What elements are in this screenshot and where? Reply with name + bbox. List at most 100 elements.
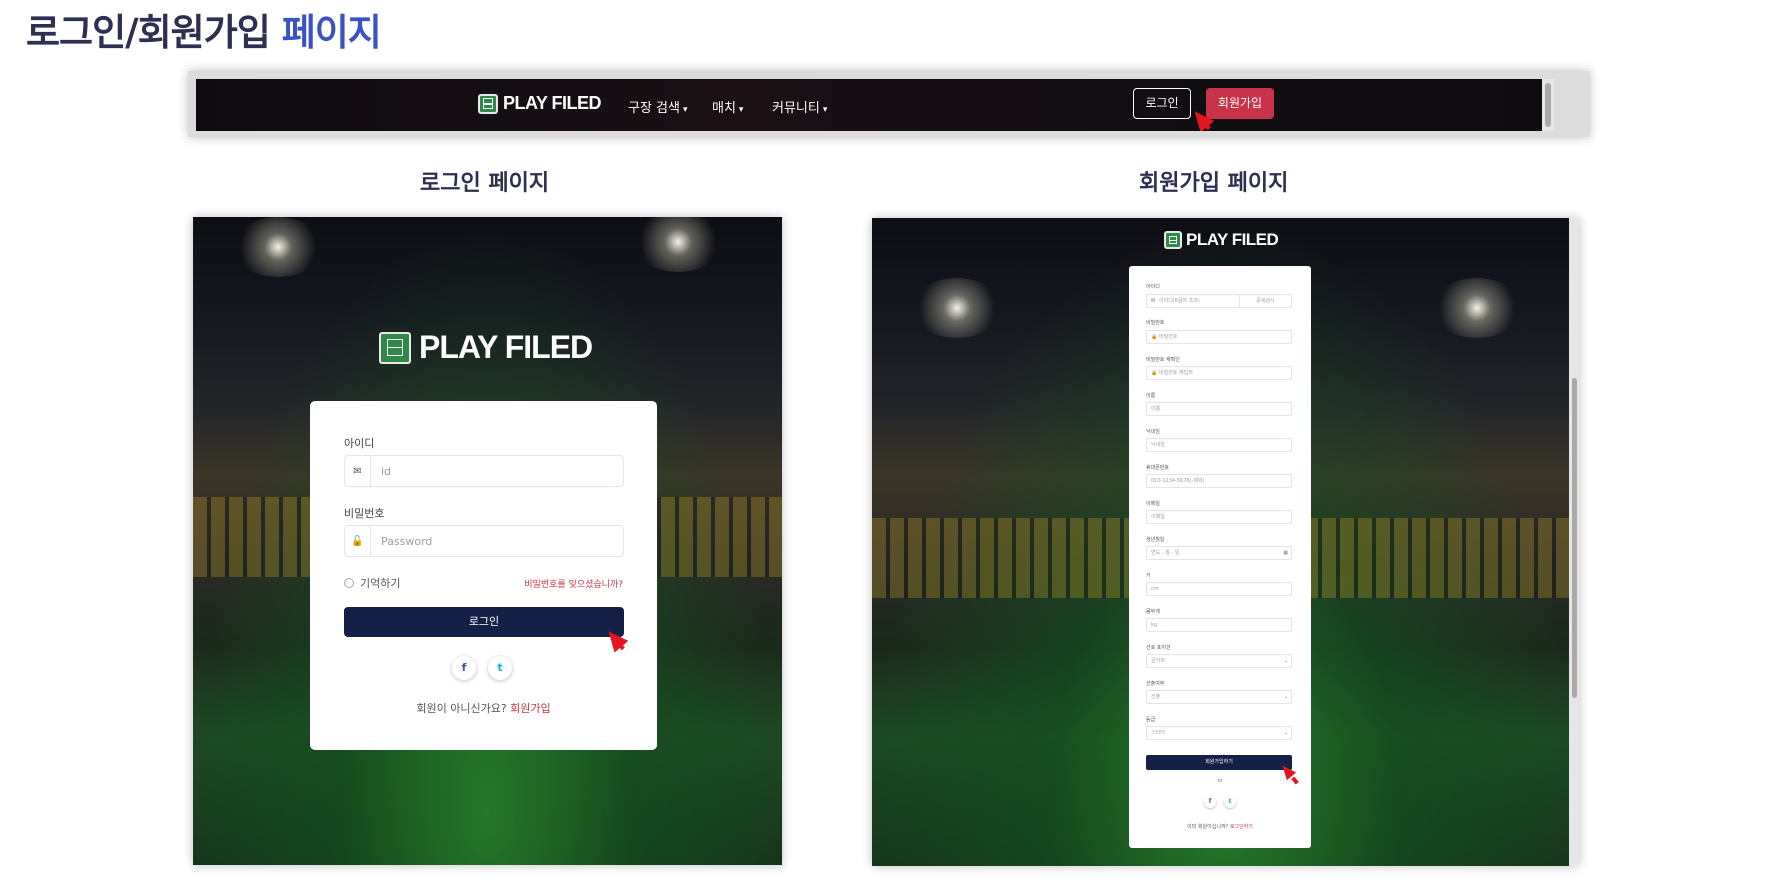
signup-link[interactable]: 회원가입 bbox=[510, 702, 550, 715]
id-label: 아이디 bbox=[344, 437, 375, 450]
navbar-screenshot: PLAY FILED 구장 검색 ▾ 매치 ▾ 커뮤니티 ▾ 로그인 회원가입 bbox=[188, 71, 1590, 137]
navbar-brand-text: PLAY FILED bbox=[503, 93, 602, 113]
experience-value: 선출 bbox=[1151, 694, 1161, 700]
envelope-icon: ✉ bbox=[345, 456, 371, 486]
id-placeholder: id bbox=[381, 464, 392, 478]
id-label: 아이디 bbox=[1146, 284, 1160, 290]
nav-menu-match[interactable]: 매치 ▾ bbox=[712, 97, 743, 116]
forgot-password-link[interactable]: 비밀번호를 잊으셨습니까? bbox=[524, 577, 623, 590]
password-confirm-placeholder: 비밀번호 재입력 bbox=[1159, 370, 1193, 376]
twitter-icon[interactable]: t bbox=[1224, 796, 1236, 808]
scrollbar[interactable] bbox=[1569, 218, 1579, 866]
phone-input[interactable]: 010-1234-5678(-제외) bbox=[1146, 474, 1292, 488]
password-confirm-label: 비밀번호 재확인 bbox=[1146, 357, 1180, 363]
chevron-down-icon: ▾ bbox=[738, 105, 744, 115]
login-page-screenshot: PLAY FILED 아이디 ✉ id 비밀번호 🔓 Password 기억하기… bbox=[193, 217, 782, 865]
radio-icon bbox=[344, 578, 354, 588]
nav-login-button[interactable]: 로그인 bbox=[1133, 88, 1191, 119]
remember-label: 기억하기 bbox=[360, 577, 401, 590]
scrollbar[interactable] bbox=[1542, 79, 1554, 131]
name-input[interactable]: 이름 bbox=[1146, 402, 1292, 416]
weight-label: 몸무게 bbox=[1146, 609, 1160, 615]
signup-submit-button[interactable]: 회원가입하기 bbox=[1146, 755, 1292, 770]
lock-icon: 🔒 bbox=[1151, 334, 1158, 340]
name-label: 이름 bbox=[1146, 393, 1156, 399]
nav-menu-label: 구장 검색 bbox=[628, 101, 680, 116]
weight-input[interactable]: kg bbox=[1146, 618, 1292, 632]
grade-label: 등급 bbox=[1146, 717, 1156, 723]
remember-checkbox[interactable]: 기억하기 bbox=[344, 575, 400, 591]
grade-value: 스타터 bbox=[1151, 730, 1165, 736]
slide-title-main: 로그인/회원가입 bbox=[26, 11, 271, 54]
slide-title: 로그인/회원가입 페이지 bbox=[26, 2, 382, 56]
stadium-light bbox=[912, 278, 1002, 338]
soccer-field-logo-icon bbox=[478, 93, 498, 114]
nav-menu-label: 매치 bbox=[712, 101, 736, 116]
login-brand: PLAY FILED bbox=[379, 329, 593, 366]
calendar-icon[interactable]: ▦ bbox=[1283, 547, 1288, 559]
login-brand-text: PLAY FILED bbox=[419, 329, 593, 365]
stadium-light bbox=[1432, 278, 1522, 338]
chevron-down-icon: ⌄ bbox=[1283, 694, 1288, 700]
password-label: 비밀번호 bbox=[344, 507, 385, 520]
nav-menu-community[interactable]: 커뮤니티 ▾ bbox=[772, 97, 827, 116]
facebook-icon[interactable]: f bbox=[1204, 796, 1216, 808]
login-button[interactable]: 로그인 bbox=[344, 607, 624, 637]
signup-footer-text: 이미 회원이십니까? bbox=[1187, 824, 1229, 830]
id-placeholder: 아이디(6글자 초과) bbox=[1159, 298, 1200, 304]
position-value: 골키퍼 bbox=[1151, 658, 1165, 664]
grade-select[interactable]: 스타터 ⌄ bbox=[1146, 726, 1292, 740]
soccer-field-logo-icon bbox=[1164, 231, 1182, 249]
signup-brand-text: PLAY FILED bbox=[1186, 230, 1279, 249]
signup-brand: PLAY FILED bbox=[1164, 230, 1279, 250]
lock-icon: 🔒 bbox=[1151, 370, 1158, 376]
id-input[interactable]: ✉ id bbox=[344, 455, 624, 487]
or-divider: or bbox=[1217, 778, 1223, 784]
chevron-down-icon: ⌄ bbox=[1283, 658, 1288, 664]
password-input[interactable]: 🔒 비밀번호 bbox=[1146, 330, 1292, 344]
signup-card: 아이디 ✉ 아이디(6글자 초과) 중복검사 비밀번호 🔒 비밀번호 비밀번호 재확… bbox=[1129, 266, 1311, 848]
nickname-label: 닉네임 bbox=[1146, 429, 1160, 435]
chevron-down-icon: ⌄ bbox=[1283, 730, 1288, 736]
birth-date-input[interactable]: 연도 - 월 - 일 ▦ bbox=[1146, 546, 1292, 560]
position-select[interactable]: 골키퍼 ⌄ bbox=[1146, 654, 1292, 668]
position-label: 선호 포지션 bbox=[1146, 645, 1171, 651]
facebook-icon[interactable]: f bbox=[452, 656, 476, 680]
nickname-input[interactable]: 닉네임 bbox=[1146, 438, 1292, 452]
chevron-down-icon: ▾ bbox=[682, 105, 688, 115]
navbar-brand[interactable]: PLAY FILED bbox=[478, 93, 602, 114]
navbar: PLAY FILED 구장 검색 ▾ 매치 ▾ 커뮤니티 ▾ 로그인 회원가입 bbox=[196, 79, 1554, 131]
nav-menu-field-search[interactable]: 구장 검색 ▾ bbox=[628, 97, 688, 116]
signup-footer: 이미 회원이십니까? 로그인하기 bbox=[1129, 823, 1311, 830]
login-section-title: 로그인 페이지 bbox=[420, 171, 550, 196]
login-link[interactable]: 로그인하기 bbox=[1230, 824, 1253, 830]
login-footer-text: 회원이 아니신가요? bbox=[416, 702, 507, 715]
password-label: 비밀번호 bbox=[1146, 320, 1165, 326]
slide-title-accent: 페이지 bbox=[281, 11, 382, 54]
height-label: 키 bbox=[1146, 573, 1151, 579]
login-card: 아이디 ✉ id 비밀번호 🔓 Password 기억하기 비밀번호를 잊으셨습… bbox=[310, 401, 657, 750]
signup-section-title: 회원가입 페이지 bbox=[1139, 171, 1289, 196]
nav-signup-button[interactable]: 회원가입 bbox=[1206, 88, 1274, 119]
password-input[interactable]: 🔓 Password bbox=[344, 525, 624, 557]
password-confirm-input[interactable]: 🔒 비밀번호 재입력 bbox=[1146, 366, 1292, 380]
twitter-icon[interactable]: t bbox=[488, 656, 512, 680]
id-input[interactable]: ✉ 아이디(6글자 초과) 중복검사 bbox=[1146, 294, 1292, 308]
email-label: 이메일 bbox=[1146, 501, 1160, 507]
nav-menu-label: 커뮤니티 bbox=[772, 101, 820, 116]
chevron-down-icon: ▾ bbox=[822, 105, 828, 115]
phone-label: 휴대폰번호 bbox=[1146, 465, 1170, 471]
stadium-light bbox=[233, 217, 323, 277]
birth-placeholder: 연도 - 월 - 일 bbox=[1151, 550, 1180, 556]
signup-page-screenshot: PLAY FILED 아이디 ✉ 아이디(6글자 초과) 중복검사 비밀번호 🔒 비… bbox=[872, 218, 1579, 866]
lock-icon: 🔓 bbox=[345, 526, 371, 556]
email-input[interactable]: 이메일 bbox=[1146, 510, 1292, 524]
duplicate-check-button[interactable]: 중복검사 bbox=[1239, 295, 1291, 307]
login-footer: 회원이 아니신가요? 회원가입 bbox=[310, 700, 657, 716]
experience-label: 선출여부 bbox=[1146, 681, 1165, 687]
password-placeholder: Password bbox=[381, 534, 433, 548]
password-placeholder: 비밀번호 bbox=[1159, 334, 1178, 340]
height-input[interactable]: cm bbox=[1146, 582, 1292, 596]
birth-label: 생년월일 bbox=[1146, 537, 1165, 543]
experience-select[interactable]: 선출 ⌄ bbox=[1146, 690, 1292, 704]
